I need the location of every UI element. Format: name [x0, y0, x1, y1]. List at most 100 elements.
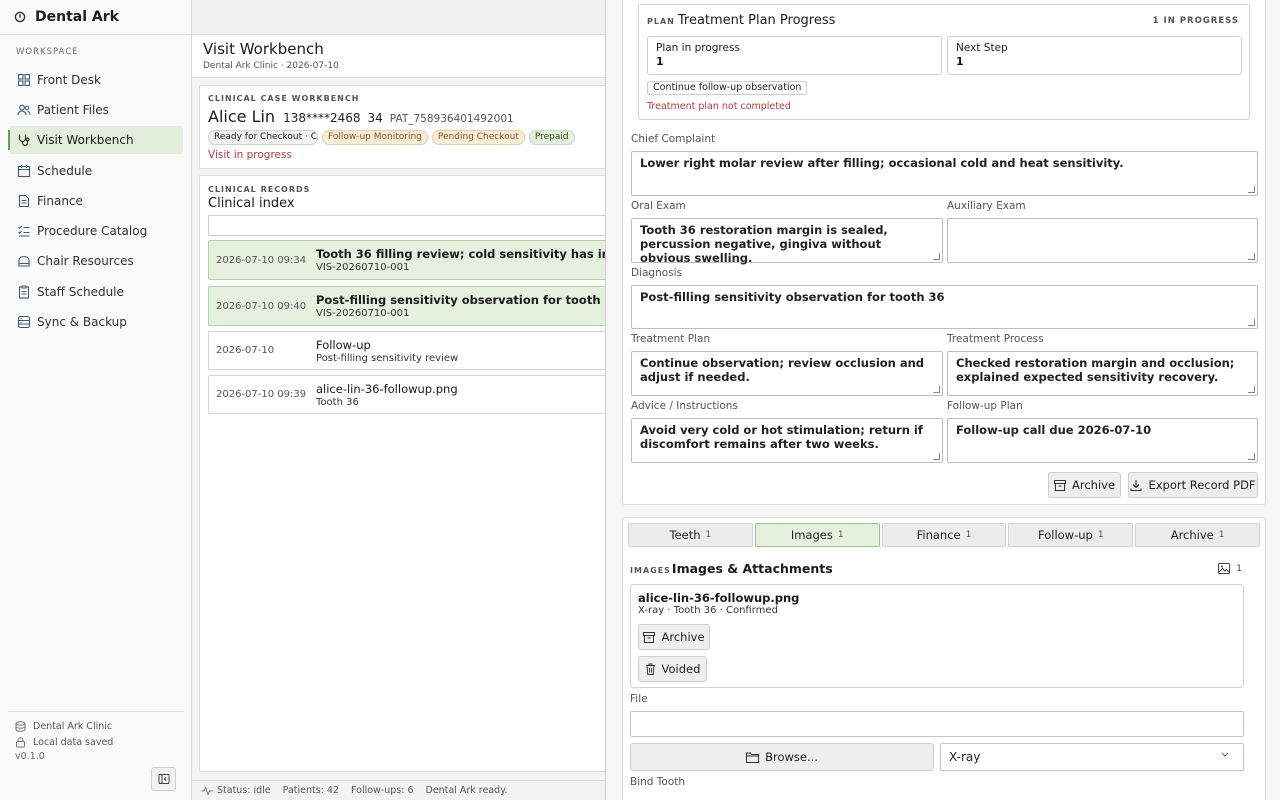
lock-icon: [16, 736, 25, 747]
clinic-info: Dental Ark Clinic: [8, 718, 184, 734]
record-date: 2026-07-10 09:40: [216, 300, 307, 312]
stat-label: Plan in progress: [656, 42, 740, 54]
status-badge: Pending Checkout: [431, 130, 525, 145]
oral-exam-field[interactable]: Tooth 36 restoration margin is sealed, p…: [631, 218, 943, 265]
tab-archive[interactable]: Archive 1: [1135, 523, 1260, 547]
clinical-records-panel: CLINICAL RECORDS Clinical index 2026-07-…: [199, 175, 613, 772]
sidebar-item-schedule[interactable]: Schedule: [9, 157, 183, 185]
sidebar-item-label: Finance: [37, 194, 83, 208]
tab-count: 1: [965, 530, 972, 540]
stat-value: 1: [656, 55, 664, 68]
workspace-label: WORKSPACE: [16, 47, 79, 57]
archive-attachment-button[interactable]: Archive: [638, 624, 710, 650]
status-badge: Ready for Checkout · Ch: [208, 130, 318, 145]
tab-count: 1: [1218, 530, 1225, 540]
tab-finance[interactable]: Finance 1: [881, 523, 1007, 547]
treatment-process-field[interactable]: Checked restoration margin and occlusion…: [947, 351, 1258, 396]
case-eyebrow: CLINICAL CASE WORKBENCH: [208, 94, 360, 103]
case-card: CLINICAL CASE WORKBENCH Alice Lin 138***…: [199, 85, 613, 169]
plan-title: Treatment Plan Progress: [677, 13, 836, 28]
browse-button[interactable]: Browse...: [630, 743, 934, 771]
plan-step-chip[interactable]: Continue follow-up observation: [647, 81, 808, 95]
file-input[interactable]: [630, 711, 1244, 737]
tab-images[interactable]: Images 1: [754, 523, 880, 547]
record-row[interactable]: 2026-07-10 09:39 alice-lin-36-followup.p…: [208, 375, 612, 414]
tab-count: 1: [1097, 530, 1104, 540]
collapse-sidebar-button[interactable]: [151, 767, 176, 791]
attachment-meta: X-ray · Tooth 36 · Confirmed: [638, 605, 778, 616]
image-type-select[interactable]: X-ray: [940, 743, 1244, 771]
record-title: Post-filling sensitivity observation for…: [316, 293, 613, 307]
plan-in-progress-stat: Plan in progress 1: [647, 36, 942, 75]
page-title: Visit Workbench: [203, 40, 324, 58]
patients-count: Patients: 42: [282, 785, 339, 796]
record-title: Follow-up: [316, 337, 371, 352]
workbench-header: Visit Workbench Dental Ark Clinic · 2026…: [192, 35, 605, 78]
tab-label: Archive: [1170, 528, 1214, 542]
sidebar-item-chair-resources[interactable]: Chair Resources: [9, 247, 183, 275]
main-area: Visit Workbench Dental Ark Clinic · 2026…: [192, 0, 613, 780]
record-row[interactable]: 2026-07-10 09:34 Tooth 36 filling review…: [208, 240, 612, 280]
app-name: Dental Ark: [35, 9, 119, 25]
users-icon: [17, 104, 31, 116]
attachments-eyebrow: IMAGES: [630, 566, 671, 575]
sidebar-item-label: Staff Schedule: [37, 285, 124, 299]
button-label: Archive: [1071, 478, 1116, 492]
stat-label: Next Step: [956, 42, 1008, 54]
button-label: Voided: [661, 662, 701, 676]
patient-phone: 138****2468: [283, 111, 361, 125]
attachments-count: 1: [1218, 563, 1242, 574]
followup-plan-field[interactable]: Follow-up call due 2026-07-10: [947, 418, 1258, 463]
tab-count: 1: [705, 530, 712, 540]
bind-tooth-label: Bind Tooth: [630, 776, 686, 788]
app-version: v0.1.0: [15, 751, 45, 762]
button-label: Archive: [661, 630, 705, 644]
button-label: Browse...: [765, 750, 818, 764]
auxiliary-exam-field[interactable]: [947, 218, 1258, 263]
save-status: Local data saved: [8, 734, 184, 750]
status-message: Dental Ark ready.: [425, 785, 508, 796]
records-title: Clinical index: [208, 196, 295, 211]
record-row[interactable]: 2026-07-10 Follow-up Post-filling sensit…: [208, 331, 612, 370]
records-search-input[interactable]: [208, 215, 612, 236]
sidebar-footer: Dental Ark Clinic Local data saved: [8, 711, 184, 750]
record-subtitle: Post-filling sensitivity review: [316, 352, 459, 364]
sidebar-item-label: Patient Files: [37, 103, 109, 117]
treatment-plan-field[interactable]: Continue observation; review occlusion a…: [631, 351, 943, 396]
sidebar-item-staff-schedule[interactable]: Staff Schedule: [9, 278, 183, 306]
record-row[interactable]: 2026-07-10 09:40 Post-filling sensitivit…: [208, 286, 613, 326]
page-subtitle: Dental Ark Clinic · 2026-07-10: [203, 61, 339, 71]
advice-field[interactable]: Avoid very cold or hot stimulation; retu…: [631, 418, 943, 463]
sidebar-item-front-desk[interactable]: Front Desk: [9, 66, 183, 94]
stethoscope-icon: [18, 134, 30, 147]
clinic-name: Dental Ark Clinic: [33, 720, 113, 732]
tab-teeth[interactable]: Teeth 1: [628, 523, 753, 547]
button-label: Export Record PDF: [1148, 478, 1256, 492]
select-value: X-ray: [949, 750, 981, 764]
patient-id: PAT_758936401492001: [389, 113, 514, 125]
database-icon: [15, 720, 26, 732]
chief-complaint-label: Chief Complaint: [631, 133, 716, 145]
attachment-item: alice-lin-36-followup.png X-ray · Tooth …: [630, 584, 1244, 688]
archive-record-button[interactable]: Archive: [1048, 472, 1121, 498]
attachments-count-value: 1: [1236, 563, 1242, 574]
chief-complaint-field[interactable]: Lower right molar review after filling; …: [631, 151, 1258, 196]
sidebar-item-procedure-catalog[interactable]: Procedure Catalog: [9, 217, 183, 245]
sidebar-item-label: Sync & Backup: [37, 315, 127, 329]
voided-attachment-button[interactable]: Voided: [638, 656, 707, 682]
activity-icon: [201, 785, 213, 796]
sidebar-item-patient-files[interactable]: Patient Files: [9, 96, 183, 124]
diagnosis-field[interactable]: Post-filling sensitivity observation for…: [631, 285, 1258, 329]
sidebar-item-label: Front Desk: [37, 73, 101, 87]
record-id: VIS-20260710-001: [316, 308, 410, 319]
tab-follow-up[interactable]: Follow-up 1: [1008, 523, 1134, 547]
sidebar-item-finance[interactable]: Finance: [9, 187, 183, 215]
tab-label: Images: [790, 528, 833, 542]
sidebar-item-visit-workbench[interactable]: Visit Workbench: [8, 126, 183, 154]
export-pdf-button[interactable]: Export Record PDF: [1128, 472, 1258, 498]
patient-line: Alice Lin 138****2468 34 PAT_75893640149…: [208, 107, 612, 126]
trash-icon: [645, 663, 655, 675]
clipboard-icon: [18, 285, 30, 299]
sidebar-item-sync-backup[interactable]: Sync & Backup: [9, 308, 183, 336]
app-brand: Dental Ark: [0, 0, 191, 35]
